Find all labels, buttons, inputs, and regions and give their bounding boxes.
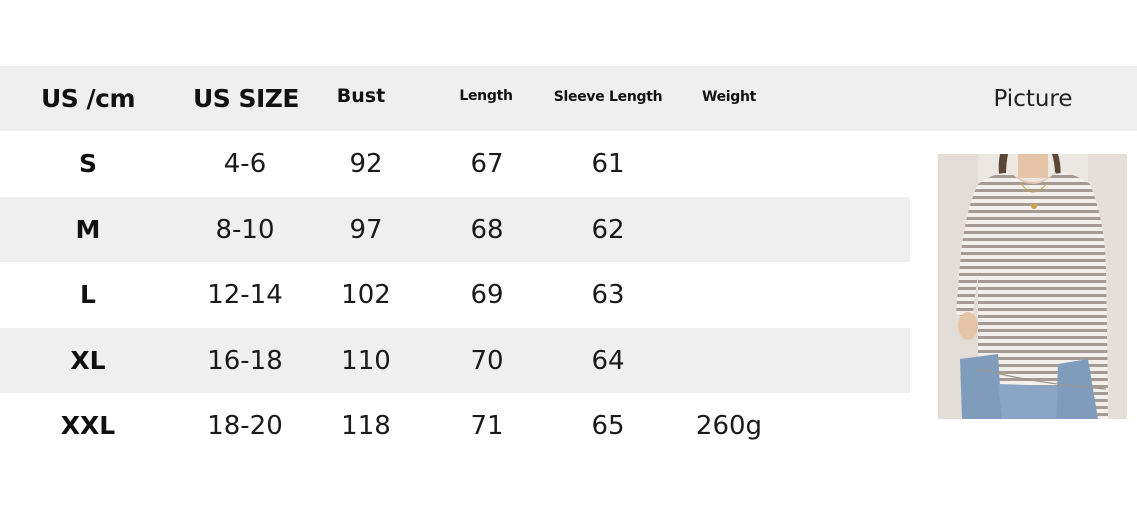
length-value: 71 [470,410,504,441]
bust-value: 102 [341,279,391,310]
us-size-value: 18-20 [207,410,283,441]
bust-value: 118 [341,410,391,441]
sleeve-length-value: 64 [591,345,625,376]
us-size-value: 12-14 [207,279,283,310]
weight-value: 260g [695,410,763,441]
us-size-value: 4-6 [223,148,267,179]
sleeve-length-value: 62 [591,214,625,245]
us-size-value: 8-10 [215,214,275,245]
length-value: 67 [470,148,504,179]
weight-value [669,328,789,393]
header-picture: Picture [993,85,1073,112]
header-weight: Weight [701,88,757,105]
product-photo [938,154,1127,419]
size-label: XXL [60,411,116,440]
header-length: Length [459,87,513,104]
header-sleeve-length: Sleeve Length [553,88,663,105]
size-label: M [75,215,101,244]
bust-value: 110 [341,345,391,376]
sleeve-length-value: 61 [591,148,625,179]
length-value: 70 [470,345,504,376]
header-us-size: US SIZE [192,84,300,113]
size-label: S [78,149,97,178]
bust-value: 92 [349,148,383,179]
length-value: 68 [470,214,504,245]
weight-value [669,262,789,327]
sleeve-length-value: 65 [591,410,625,441]
sleeve-length-value: 63 [591,279,625,310]
header-us-cm: US /cm [40,84,136,113]
weight-value [669,131,789,196]
header-bust: Bust [336,84,386,107]
weight-value [669,197,789,262]
bust-value: 97 [349,214,383,245]
us-size-value: 16-18 [207,345,283,376]
length-value: 69 [470,279,504,310]
size-label: XL [70,346,106,375]
size-label: L [80,280,96,309]
